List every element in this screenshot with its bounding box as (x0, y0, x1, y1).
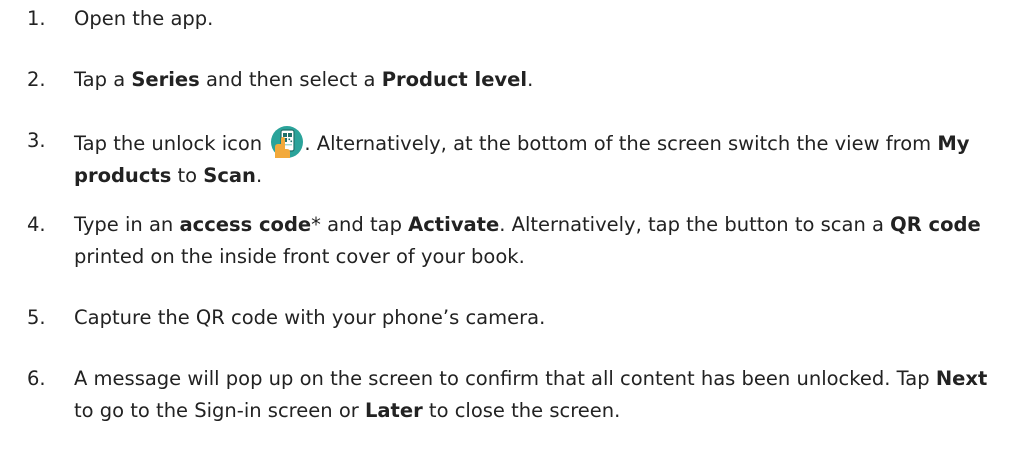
step-text-segment: Tap a (74, 68, 132, 91)
instruction-list: 1. Open the app. 2. Tap a Series and the… (0, 0, 1015, 464)
unlock-icon (270, 125, 304, 159)
product-level-term: Product level (381, 68, 528, 91)
step-number: 5. (27, 306, 46, 329)
step-text-segment: * and tap (311, 213, 409, 236)
step-text-segment: Tap the unlock icon (74, 132, 269, 155)
step-number: 3. (27, 129, 46, 152)
series-term: Series (131, 68, 200, 91)
activate-term: Activate (408, 213, 500, 236)
next-term: Next (935, 367, 988, 390)
step-text-segment: Capture the QR code with your phone’s ca… (74, 306, 546, 329)
step-number: 4. (27, 213, 46, 236)
step-text-segment: Open the app. (74, 7, 214, 30)
step-text-segment: to close the screen. (422, 399, 621, 422)
step-text-segment: . Alternatively, at the bottom of the sc… (304, 132, 938, 155)
access-code-term: access code (179, 213, 312, 236)
step-text: Open the app. (74, 3, 999, 35)
qr-code-term: QR code (890, 213, 981, 236)
step-text: Tap a Series and then select a Product l… (74, 64, 999, 96)
step-text-segment: to (171, 164, 204, 187)
step-text-segment: printed on the inside front cover of you… (74, 245, 525, 268)
step-text-segment: . (527, 68, 534, 91)
step-text-segment: . (255, 164, 263, 187)
step-text-segment: to go to the Sign-in screen or (74, 399, 365, 422)
step-text: Capture the QR code with your phone’s ca… (74, 302, 999, 334)
step-text-segment: Type in an (74, 213, 180, 236)
step-number: 2. (27, 68, 46, 91)
step-number: 6. (27, 367, 46, 390)
step-text: A message will pop up on the screen to c… (74, 363, 999, 427)
step-text: Type in an access code* and tap Activate… (74, 209, 999, 273)
step-text: Tap the unlock icon . Alternatively, at … (74, 125, 999, 192)
step-text-segment: A message will pop up on the screen to c… (74, 367, 936, 390)
scan-term: Scan (203, 164, 256, 187)
step-text-segment: . Alternatively, tap the button to scan … (499, 213, 891, 236)
later-term: Later (364, 399, 423, 422)
step-text-segment: and then select a (199, 68, 382, 91)
step-number: 1. (27, 7, 46, 30)
